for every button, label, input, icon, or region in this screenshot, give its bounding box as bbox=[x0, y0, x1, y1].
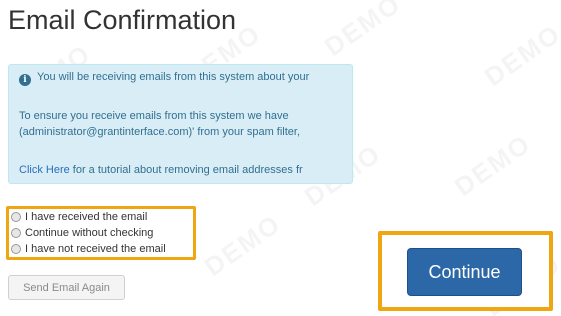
radio-label: I have not received the email bbox=[25, 242, 166, 255]
radio-button[interactable] bbox=[11, 211, 21, 222]
email-status-radio-group: I have received the email Continue witho… bbox=[6, 206, 196, 260]
demo-watermark: DEMO bbox=[449, 128, 537, 203]
demo-watermark: DEMO bbox=[319, 0, 407, 63]
info-message: You will be receiving emails from this s… bbox=[37, 71, 310, 83]
radio-option-continue-without-checking[interactable]: Continue without checking bbox=[11, 225, 153, 240]
page-title: Email Confirmation bbox=[8, 5, 237, 35]
radio-label: Continue without checking bbox=[25, 226, 154, 239]
info-line-4: Click Here for a tutorial about removing… bbox=[19, 163, 303, 177]
radio-button[interactable] bbox=[11, 227, 21, 238]
tutorial-link-suffix: for a tutorial about removing email addr… bbox=[69, 164, 303, 176]
info-alert: i You will be receiving emails from this … bbox=[8, 64, 353, 184]
radio-option-received[interactable]: I have received the email bbox=[11, 209, 147, 224]
info-line-1: i You will be receiving emails from this … bbox=[19, 70, 309, 86]
demo-watermark: DEMO bbox=[479, 18, 561, 93]
radio-option-not-received[interactable]: I have not received the email bbox=[11, 241, 166, 256]
send-email-again-button[interactable]: Send Email Again bbox=[8, 275, 125, 300]
demo-watermark: DEMO bbox=[199, 208, 287, 283]
continue-highlight-box: Continue bbox=[378, 231, 553, 311]
tutorial-link[interactable]: Click Here bbox=[19, 164, 70, 176]
info-line-3: (administrator@grantinterface.com)' from… bbox=[19, 126, 301, 138]
email-confirmation-page: DEMO DEMO DEMO DEMO DEMO DEMO DEMO DEMO … bbox=[0, 0, 561, 316]
radio-button[interactable] bbox=[11, 243, 21, 254]
radio-label: I have received the email bbox=[25, 210, 148, 223]
continue-button[interactable]: Continue bbox=[407, 248, 522, 296]
info-line-2: To ensure you receive emails from this s… bbox=[19, 110, 289, 122]
info-circle-icon: i bbox=[19, 74, 31, 86]
